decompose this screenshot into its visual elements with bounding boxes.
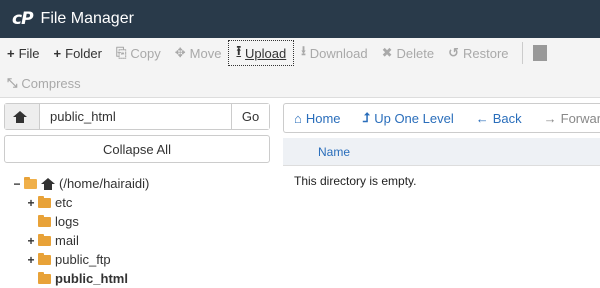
toolbar-row-1: + File + Folder ⎘ Copy ✥ Move ⭱ Upload ⭳ Download ✖ D… bbox=[0, 39, 547, 67]
more-icon[interactable] bbox=[532, 45, 547, 61]
tree-root[interactable]: − (/home/hairaidi) bbox=[12, 174, 149, 193]
left-panel: Go Collapse All − (/home/hairaidi) + etc l… bbox=[0, 98, 278, 288]
forward-nav-label: Forward bbox=[560, 110, 600, 126]
title-bar: cP File Manager bbox=[0, 0, 600, 38]
tree-item-label: logs bbox=[55, 214, 79, 229]
path-home-button[interactable] bbox=[5, 104, 40, 129]
tree-item-logs[interactable]: logs bbox=[26, 212, 149, 231]
collapse-toggle-icon[interactable]: − bbox=[12, 177, 22, 191]
level-up-icon: ⮥ bbox=[362, 110, 371, 125]
collapse-all-button[interactable]: Collapse All bbox=[4, 135, 270, 163]
folder-icon bbox=[38, 233, 51, 246]
home-icon bbox=[13, 110, 27, 123]
tree-item-label: public_ftp bbox=[55, 252, 111, 267]
plus-icon: + bbox=[7, 45, 15, 61]
go-button[interactable]: Go bbox=[231, 104, 269, 129]
home-icon bbox=[41, 177, 55, 190]
folder-icon bbox=[38, 252, 51, 265]
page-title: File Manager bbox=[40, 10, 134, 27]
compress-icon: ⤡ bbox=[7, 75, 18, 90]
copy-button[interactable]: ⎘ Copy bbox=[109, 40, 168, 66]
cpanel-logo: cP bbox=[12, 9, 34, 29]
path-bar: Go bbox=[4, 103, 270, 130]
folder-icon bbox=[38, 271, 51, 284]
tree-item-label: mail bbox=[55, 233, 79, 248]
move-icon: ✥ bbox=[174, 45, 186, 60]
tree-item-label: etc bbox=[55, 195, 73, 210]
tree-root-label: (/home/hairaidi) bbox=[59, 176, 150, 191]
toolbar: + File + Folder ⎘ Copy ✥ Move ⭱ Upload ⭳ Download ✖ D… bbox=[0, 38, 600, 98]
home-nav-label: Home bbox=[305, 110, 341, 126]
file-label: File bbox=[18, 45, 40, 61]
tree-item-label: public_html bbox=[55, 271, 128, 286]
folder-icon bbox=[38, 195, 51, 208]
home-nav-button[interactable]: ⌂ Home bbox=[294, 111, 341, 126]
back-nav-button[interactable]: ← Back bbox=[476, 111, 522, 126]
right-panel: ⌂Home ⮥Up One Level ←Back →Forward Name Thi… bbox=[283, 98, 600, 288]
tree-item-public-ftp[interactable]: + public_ftp bbox=[26, 250, 149, 269]
back-nav-label: Back bbox=[492, 110, 522, 126]
move-label: Move bbox=[189, 45, 222, 61]
tree-item-mail[interactable]: + mail bbox=[26, 231, 149, 250]
expand-toggle-icon[interactable]: + bbox=[26, 196, 36, 210]
expand-toggle-icon[interactable]: + bbox=[26, 253, 36, 267]
upload-icon: ⭱ bbox=[236, 43, 242, 58]
file-list-header: Name bbox=[283, 138, 600, 166]
move-button[interactable]: ✥ Move bbox=[168, 40, 229, 66]
forward-nav-button[interactable]: →Forward bbox=[544, 111, 600, 126]
compress-label: Compress bbox=[21, 75, 81, 91]
delete-button[interactable]: ✖ Delete bbox=[375, 40, 441, 66]
delete-label: Delete bbox=[396, 45, 435, 61]
forward-arrow-icon: → bbox=[543, 110, 557, 126]
expand-toggle-icon[interactable]: + bbox=[26, 234, 36, 248]
upload-label: Upload bbox=[245, 45, 287, 61]
file-button[interactable]: + File bbox=[0, 40, 47, 66]
navigation-bar: ⌂Home ⮥Up One Level ←Back →Forward bbox=[283, 103, 600, 133]
folder-button[interactable]: + Folder bbox=[47, 40, 109, 66]
folder-label: Folder bbox=[65, 45, 102, 61]
back-arrow-icon: ← bbox=[475, 110, 489, 126]
delete-icon: ✖ bbox=[381, 45, 393, 60]
folder-open-icon bbox=[24, 176, 37, 189]
home-icon: ⌂ bbox=[294, 110, 302, 126]
toolbar-row-2: ⤡ Compress bbox=[0, 69, 88, 97]
copy-icon: ⎘ bbox=[116, 45, 127, 60]
restore-icon: ↺ bbox=[448, 45, 460, 60]
tree-item-public-html[interactable]: public_html bbox=[26, 269, 149, 288]
restore-button[interactable]: ↺ Restore bbox=[441, 40, 515, 66]
empty-directory-message: This directory is empty. bbox=[294, 174, 417, 188]
copy-label: Copy bbox=[130, 45, 161, 61]
compress-button[interactable]: ⤡ Compress bbox=[0, 70, 88, 96]
plus-icon: + bbox=[53, 45, 62, 61]
upload-button[interactable]: ⭱ Upload bbox=[228, 40, 295, 66]
download-label: Download bbox=[309, 45, 368, 61]
folder-tree: − (/home/hairaidi) + etc logs + mail + public_… bbox=[12, 174, 149, 288]
column-header-name[interactable]: Name bbox=[318, 145, 350, 159]
toolbar-divider bbox=[521, 42, 523, 64]
folder-icon bbox=[38, 214, 51, 227]
download-icon: ⭳ bbox=[301, 43, 306, 58]
tree-item-etc[interactable]: + etc bbox=[26, 193, 149, 212]
up-nav-button[interactable]: ⮥ Up One Level bbox=[363, 110, 454, 126]
path-input[interactable] bbox=[40, 104, 231, 129]
restore-label: Restore bbox=[463, 45, 509, 61]
up-nav-label: Up One Level bbox=[374, 110, 454, 126]
download-button[interactable]: ⭳ Download bbox=[294, 40, 374, 66]
